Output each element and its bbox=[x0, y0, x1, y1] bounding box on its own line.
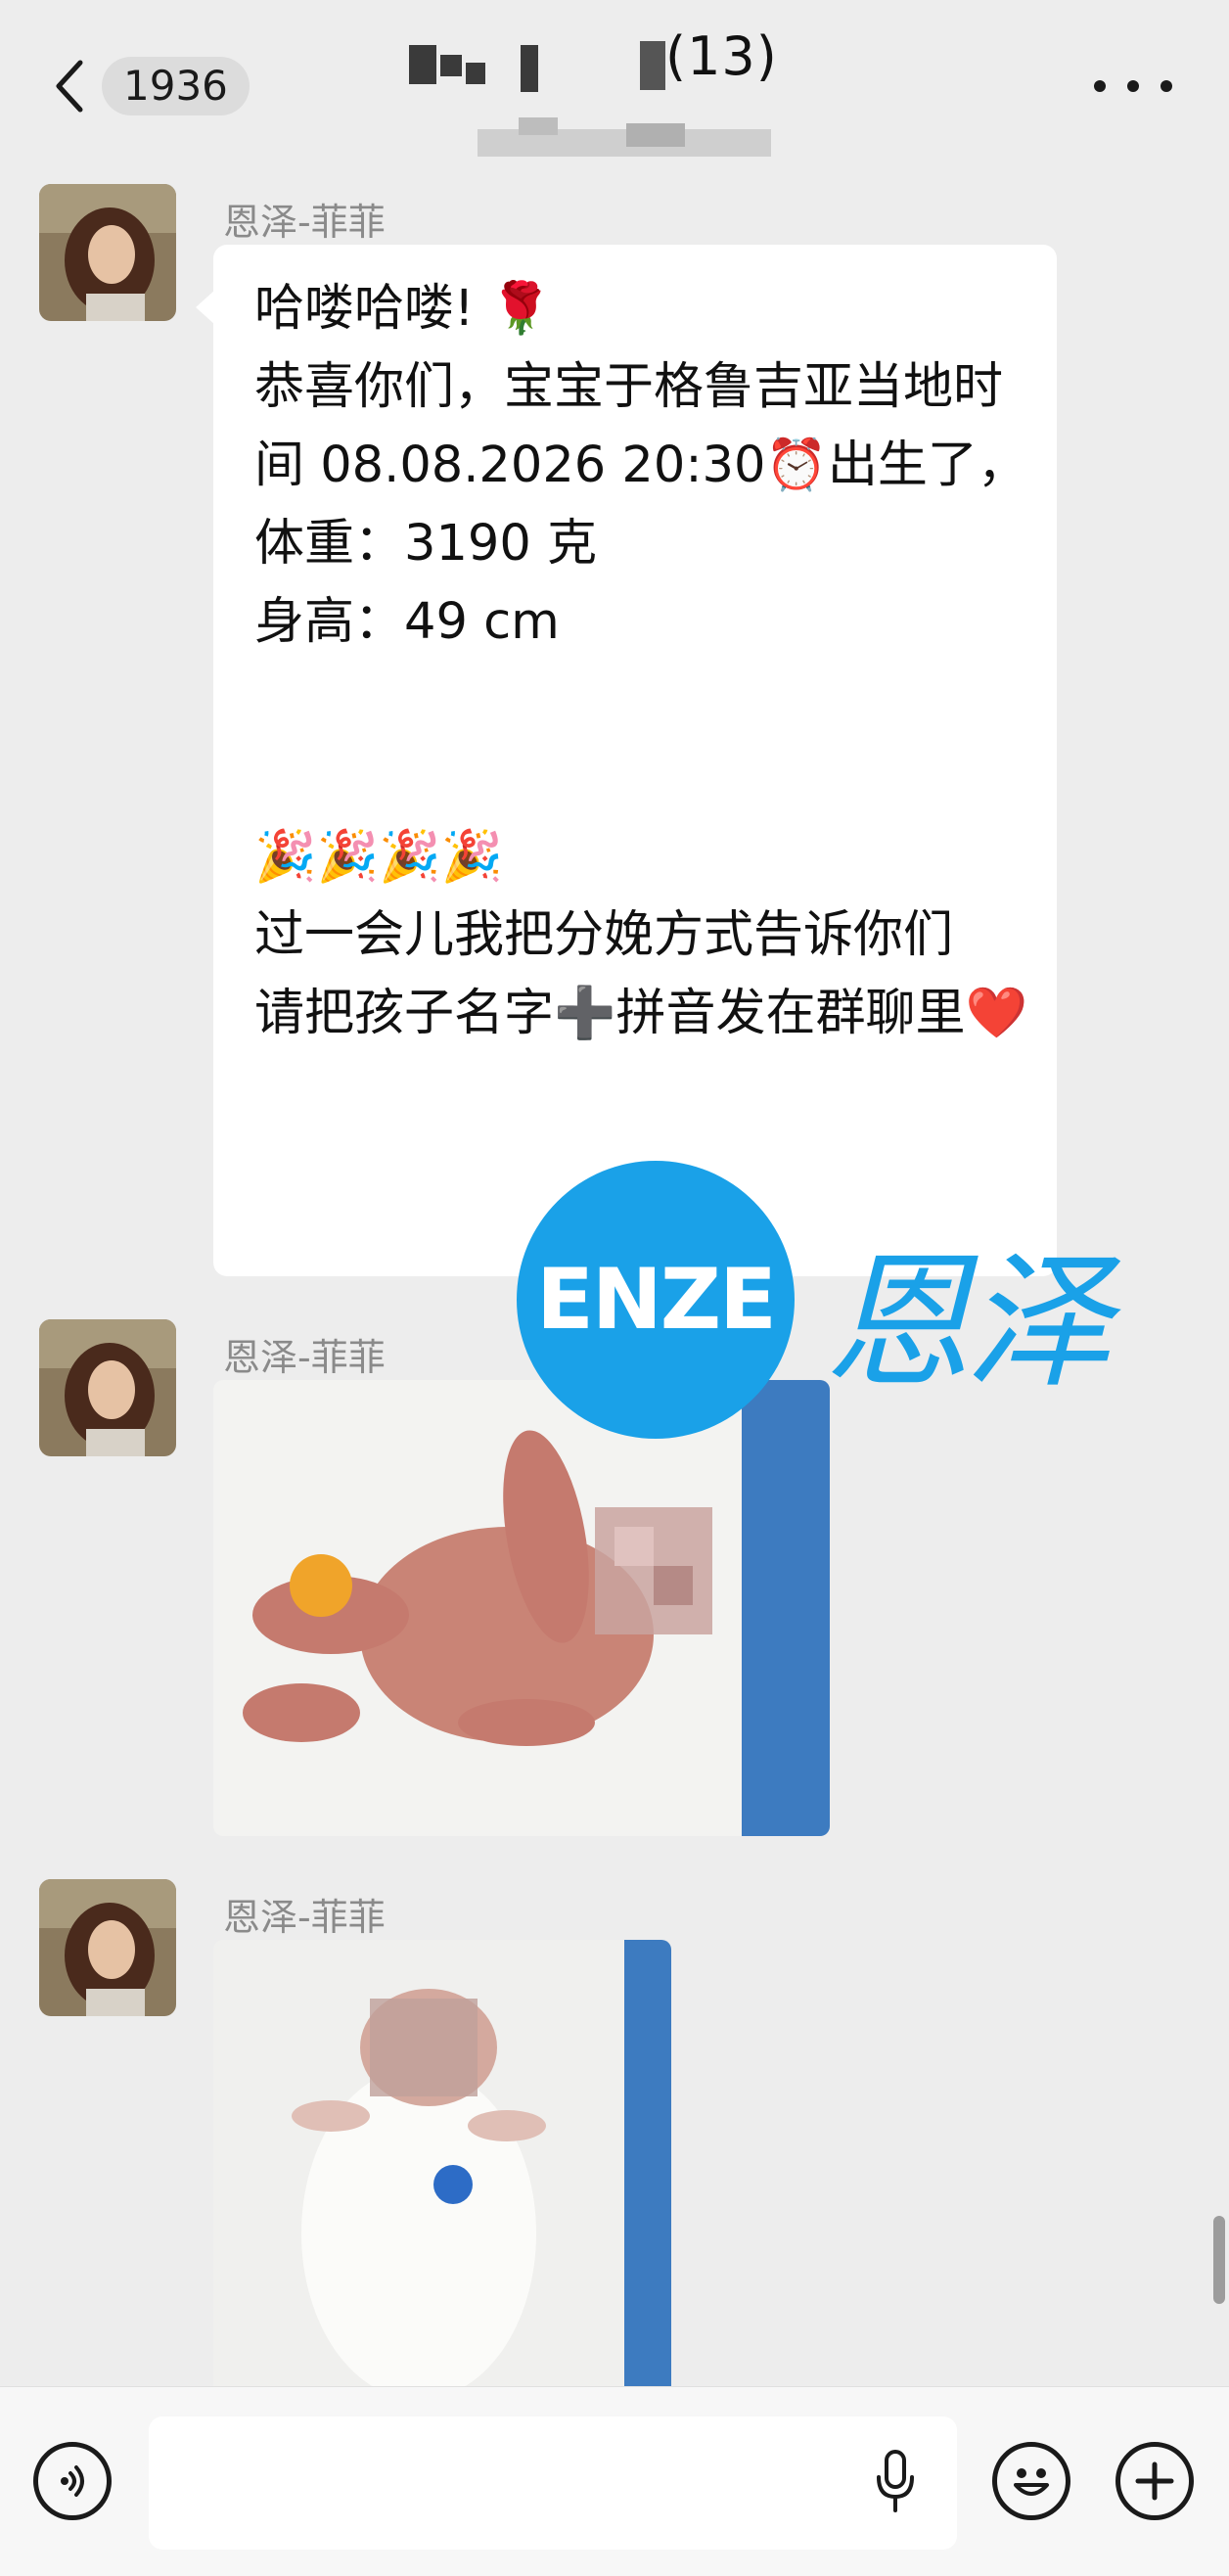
message-text: 哈喽哈喽! 🌹 恭喜你们，宝宝于格鲁吉亚当地时间 08.08.2026 20:3… bbox=[254, 280, 1028, 1042]
unread-count-badge: 1936 bbox=[102, 57, 250, 115]
more-dots-icon bbox=[1094, 80, 1106, 92]
lion-sticker-icon bbox=[290, 1554, 352, 1617]
enze-watermark-badge: ENZE bbox=[517, 1161, 795, 1439]
plus-icon bbox=[1135, 2461, 1174, 2501]
member-count: (13) bbox=[665, 25, 778, 87]
sender-name: 恩泽-菲菲 bbox=[223, 201, 386, 244]
back-button[interactable]: 1936 bbox=[51, 55, 256, 117]
chevron-left-icon bbox=[56, 60, 83, 113]
plus-button[interactable] bbox=[1115, 2442, 1194, 2520]
chat-screen: 1936 (13) 恩泽-菲菲 哈喽哈喽! 🌹 恭喜你们，宝宝于格鲁吉亚当地时间… bbox=[0, 0, 1229, 2576]
sender-name: 恩泽-菲菲 bbox=[223, 1336, 386, 1379]
redacted-title bbox=[409, 45, 436, 84]
voice-toggle-button[interactable] bbox=[33, 2442, 112, 2520]
message-input[interactable] bbox=[149, 2416, 957, 2550]
emoji-button[interactable] bbox=[992, 2442, 1070, 2520]
newborn-photo[interactable] bbox=[213, 1380, 830, 1836]
chat-title: (13) bbox=[391, 20, 832, 157]
input-bar bbox=[0, 2386, 1229, 2576]
sender-avatar[interactable] bbox=[39, 1879, 176, 2016]
watermark-text: ENZE bbox=[536, 1251, 777, 1349]
scrollbar-thumb[interactable] bbox=[1213, 2216, 1225, 2304]
newborn-photo[interactable] bbox=[213, 1940, 671, 2386]
more-options-button[interactable] bbox=[1094, 67, 1172, 106]
mic-icon[interactable] bbox=[871, 2448, 920, 2516]
message-bubble[interactable]: 哈喽哈喽! 🌹 恭喜你们，宝宝于格鲁吉亚当地时间 08.08.2026 20:3… bbox=[213, 245, 1057, 1276]
watermark-script: 恩泽 bbox=[824, 1238, 1112, 1408]
sender-avatar[interactable] bbox=[39, 1319, 176, 1456]
chat-header: 1936 (13) bbox=[0, 0, 1229, 172]
bubble-tail bbox=[196, 290, 215, 325]
sender-avatar[interactable] bbox=[39, 184, 176, 321]
sender-name: 恩泽-菲菲 bbox=[223, 1896, 386, 1939]
emoji-icon bbox=[1014, 2468, 1049, 2496]
voice-icon bbox=[61, 2465, 84, 2497]
